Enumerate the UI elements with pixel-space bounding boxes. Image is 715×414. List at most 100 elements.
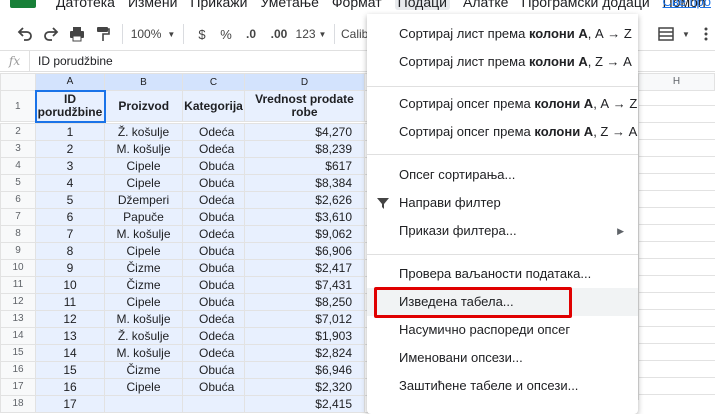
menu-edit[interactable]: Измени (128, 0, 177, 10)
cell-id[interactable]: 5 (35, 190, 105, 209)
row-header[interactable]: 17 (0, 377, 36, 396)
cell-category[interactable]: Obuća (182, 360, 245, 379)
column-header-h[interactable]: H (638, 73, 715, 91)
menu-item-randomize-range[interactable]: Насумично распореди опсег (367, 316, 638, 344)
menu-item-protected-sheets[interactable]: Заштићене табеле и опсези... (367, 372, 638, 400)
cell-value[interactable]: $7,431 (244, 275, 365, 294)
cell-value[interactable]: $617 (244, 156, 365, 175)
row-header[interactable]: 5 (0, 173, 36, 192)
row-header[interactable]: 11 (0, 275, 36, 294)
menu-item-sort-range-az[interactable]: Сортирај опсег према колони А, А → Z (367, 90, 638, 118)
row-header[interactable]: 15 (0, 343, 36, 362)
menu-item-data-validation[interactable]: Провера ваљаности података... (367, 260, 638, 288)
row-header[interactable]: 6 (0, 190, 36, 209)
cell-category[interactable]: Obuća (182, 207, 245, 226)
more-vert-icon[interactable] (700, 22, 712, 46)
cell-category[interactable]: Obuća (182, 173, 245, 192)
row-header[interactable]: 2 (0, 122, 36, 141)
cell-category[interactable]: Odeća (182, 122, 245, 141)
menu-view[interactable]: Прикажи (190, 0, 247, 10)
all-changes-link[interactable]: Све про (663, 0, 712, 9)
cell-id[interactable]: 1 (35, 122, 105, 141)
menu-item-sort-range-za[interactable]: Сортирај опсег према колони А, Z → А (367, 118, 638, 146)
row-header[interactable]: 3 (0, 139, 36, 158)
cell-category[interactable]: Odeća (182, 326, 245, 345)
cell-value[interactable]: $8,384 (244, 173, 365, 192)
cell-value[interactable]: $2,320 (244, 377, 365, 396)
menu-format[interactable]: Формат (332, 0, 382, 10)
menu-insert[interactable]: Уметање (260, 0, 318, 10)
row-header[interactable]: 14 (0, 326, 36, 345)
row-header[interactable]: 1 (0, 90, 36, 122)
cell-product[interactable] (104, 394, 183, 413)
menu-tools[interactable]: Алатке (463, 0, 508, 10)
cell-product[interactable]: Čizme (104, 275, 183, 294)
cell-header-value[interactable]: Vrednost prodate robe (244, 90, 365, 122)
cell-product[interactable]: Čizme (104, 360, 183, 379)
menu-data[interactable]: Подаци (394, 0, 450, 10)
column-header-d[interactable]: D (244, 73, 365, 91)
percent-button[interactable]: % (214, 22, 238, 46)
row-header[interactable]: 12 (0, 292, 36, 311)
cell-id[interactable]: 12 (35, 309, 105, 328)
cell-value[interactable]: $2,626 (244, 190, 365, 209)
menu-item-named-ranges[interactable]: Именовани опсези... (367, 344, 638, 372)
cell-category[interactable]: Odeća (182, 343, 245, 362)
cell-header-product[interactable]: Proizvod (104, 90, 183, 122)
cell-id[interactable]: 8 (35, 241, 105, 260)
cell-category[interactable]: Obuća (182, 275, 245, 294)
cell-id[interactable]: 4 (35, 173, 105, 192)
print-icon[interactable] (64, 22, 90, 46)
cell-id[interactable]: 2 (35, 139, 105, 158)
row-header[interactable]: 16 (0, 360, 36, 379)
currency-button[interactable]: $ (190, 22, 214, 46)
cell-category[interactable]: Obuća (182, 292, 245, 311)
menu-item-filter-views[interactable]: Прикази филтера... ▶ (367, 217, 638, 245)
undo-icon[interactable] (12, 22, 38, 46)
redo-icon[interactable] (38, 22, 64, 46)
cell-product[interactable]: Cipele (104, 156, 183, 175)
cell-product[interactable]: Cipele (104, 377, 183, 396)
cell-product[interactable]: Ž. košulje (104, 122, 183, 141)
cell-header-id[interactable]: ID porudžbine (34, 89, 106, 123)
row-header[interactable]: 10 (0, 258, 36, 277)
cell-product[interactable]: Čizme (104, 258, 183, 277)
increase-decimal-button[interactable]: .00 (264, 22, 294, 46)
cell-product[interactable]: Cipele (104, 173, 183, 192)
cell-id[interactable]: 17 (35, 394, 105, 413)
cell-product[interactable]: M. košulje (104, 139, 183, 158)
cell-product[interactable]: Cipele (104, 292, 183, 311)
formula-input[interactable]: ID porudžbine (30, 54, 113, 68)
cell-product[interactable]: Ž. košulje (104, 326, 183, 345)
cell-category[interactable]: Obuća (182, 241, 245, 260)
cell-product[interactable]: Papuče (104, 207, 183, 226)
cell-header-category[interactable]: Kategorija (182, 90, 245, 122)
cell-id[interactable]: 15 (35, 360, 105, 379)
cell-category[interactable]: Obuća (182, 258, 245, 277)
menu-item-sort-range[interactable]: Опсег сортирања... (367, 161, 638, 189)
zoom-select[interactable]: 100% ▼ (129, 22, 177, 46)
menu-item-sort-sheet-az[interactable]: Сортирај лист према колони А, А → Z (367, 20, 638, 48)
cell-value[interactable]: $9,062 (244, 224, 365, 243)
cell-id[interactable]: 7 (35, 224, 105, 243)
cell-id[interactable]: 3 (35, 156, 105, 175)
cell-category[interactable]: Odeća (182, 190, 245, 209)
column-header-a[interactable]: A (35, 73, 105, 91)
cell-id[interactable]: 13 (35, 326, 105, 345)
cell-value[interactable]: $4,270 (244, 122, 365, 141)
row-header[interactable]: 13 (0, 309, 36, 328)
cell-category[interactable]: Odeća (182, 139, 245, 158)
cell-category[interactable]: Odeća (182, 309, 245, 328)
cell-value[interactable]: $1,903 (244, 326, 365, 345)
cell-value[interactable]: $6,946 (244, 360, 365, 379)
cell-value[interactable]: $7,012 (244, 309, 365, 328)
menu-item-create-filter[interactable]: Направи филтер (367, 189, 638, 217)
cell-value[interactable]: $6,906 (244, 241, 365, 260)
menu-file[interactable]: Датотека (56, 0, 115, 10)
cell-id[interactable]: 14 (35, 343, 105, 362)
cell-id[interactable]: 10 (35, 275, 105, 294)
decrease-decimal-button[interactable]: .0 (238, 22, 264, 46)
cell-category[interactable]: Obuća (182, 377, 245, 396)
paint-format-icon[interactable] (90, 22, 116, 46)
menu-item-sort-sheet-za[interactable]: Сортирај лист према колони А, Z → А (367, 48, 638, 76)
